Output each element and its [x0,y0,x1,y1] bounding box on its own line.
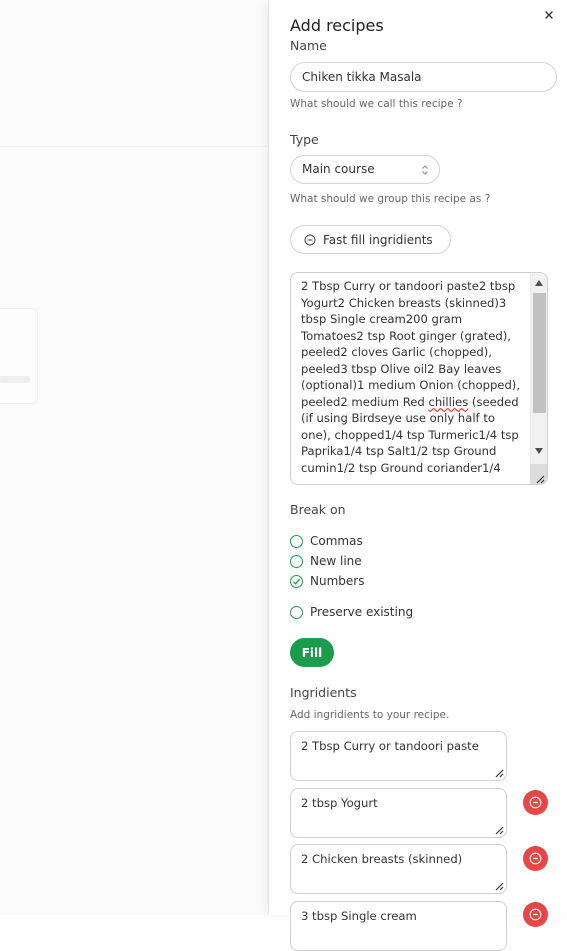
break-on-commas-option[interactable]: Commas [290,533,363,549]
bulk-ingredients-textarea[interactable]: 2 Tbsp Curry or tandoori paste2 tbsp Yog… [290,272,548,485]
radio-numbers[interactable] [290,574,303,588]
ingredient-input[interactable]: 2 Chicken breasts (skinned) [290,844,507,894]
scroll-down-arrow-icon[interactable] [535,448,543,454]
preserve-existing-option[interactable]: Preserve existing [290,604,413,620]
name-label: Name [290,38,327,53]
radio-commas[interactable] [290,534,303,548]
ingredients-label: Ingridients [290,685,357,700]
resize-grip-icon[interactable] [494,825,504,835]
remove-ingredient-button[interactable] [523,846,548,871]
ingredients-help-text: Add ingridients to your recipe. [290,709,450,721]
background-divider [0,146,268,147]
fast-fill-label: Fast fill ingridients [323,232,433,247]
resize-grip-icon[interactable] [494,881,504,891]
background-app [0,0,268,915]
remove-ingredient-button[interactable] [523,790,548,815]
minus-circle-icon [529,852,542,865]
fast-fill-button[interactable]: Fast fill ingridients [290,225,451,254]
scrollbar-thumb[interactable] [533,293,546,413]
bulk-ingredients-text: 2 Tbsp Curry or tandoori paste2 tbsp Yog… [301,279,524,475]
select-arrows-icon [422,165,428,175]
fill-button[interactable]: Fill [290,638,334,667]
ingredient-input[interactable]: 3 tbsp Single cream [290,901,507,951]
background-card-text [0,376,30,383]
recipe-type-selected: Main course [302,162,375,176]
close-icon[interactable] [542,8,556,22]
radio-new-line[interactable] [290,554,303,568]
radio-preserve-existing[interactable] [290,605,303,619]
close-button[interactable] [542,7,556,21]
resize-grip-icon[interactable] [535,474,545,484]
checkmark-icon [293,578,300,585]
type-help-text: What should we group this recipe as ? [290,193,491,205]
recipe-name-input[interactable] [290,62,557,92]
minus-circle-icon [304,234,316,245]
resize-grip-icon[interactable] [494,768,504,778]
break-on-numbers-option[interactable]: Numbers [290,573,364,589]
drawer-title: Add recipes [290,16,384,35]
scrollbar-corner [530,464,547,484]
ingredient-input[interactable]: 2 tbsp Yogurt [290,788,507,838]
break-on-label: Break on [290,502,346,517]
name-help-text: What should we call this recipe ? [290,98,463,110]
type-label: Type [290,132,319,147]
break-on-newline-option[interactable]: New line [290,553,362,569]
add-recipe-drawer: Add recipes Name What should we call thi… [268,0,567,951]
textarea-scrollbar[interactable] [530,273,547,484]
recipe-type-select[interactable]: Main course [290,155,440,184]
background-card [0,308,38,404]
ingredient-input[interactable]: 2 Tbsp Curry or tandoori paste [290,731,507,781]
scroll-up-arrow-icon[interactable] [535,280,543,286]
minus-circle-icon [529,796,542,809]
